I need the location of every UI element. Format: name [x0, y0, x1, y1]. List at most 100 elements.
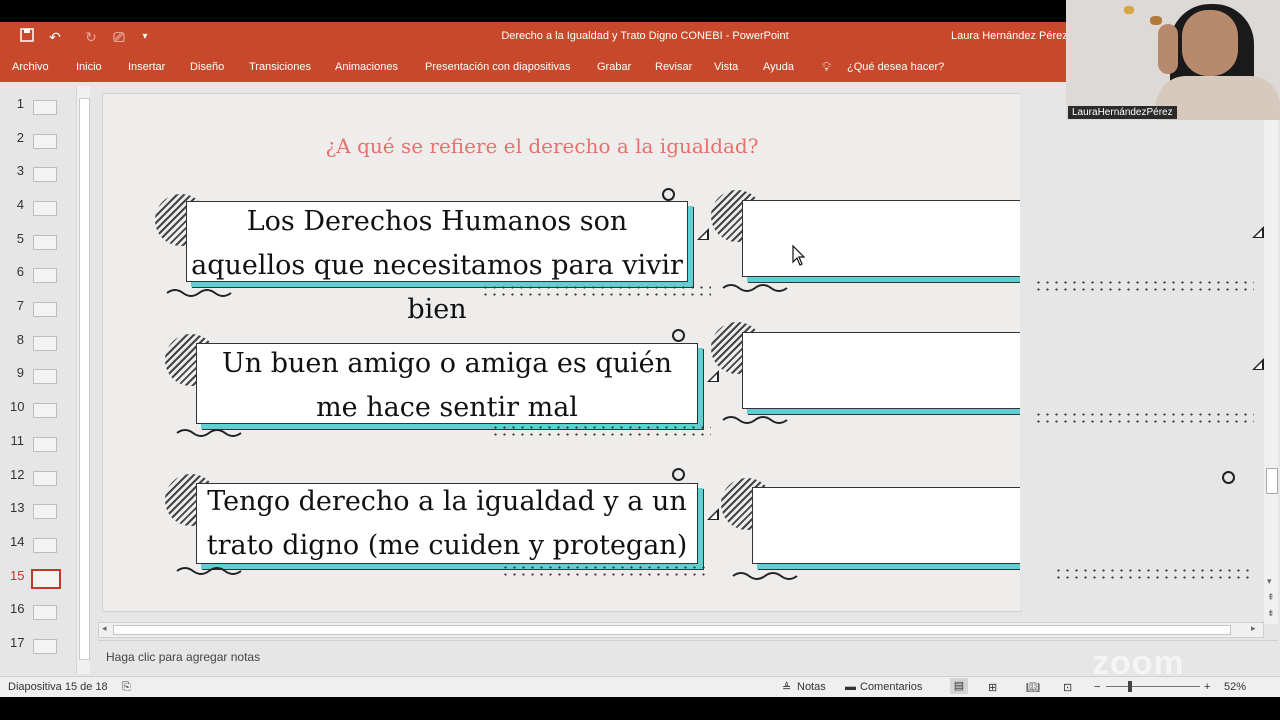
tab-animaciones[interactable]: Animaciones [335, 61, 398, 73]
slide-thumbnail-8[interactable] [33, 336, 57, 351]
scroll-right-icon[interactable]: ▸ [1251, 623, 1256, 634]
scroll-down-icon[interactable]: ▾ [1267, 576, 1272, 587]
tab-ayuda[interactable]: Ayuda [763, 61, 794, 73]
triangle-decoration [707, 508, 719, 520]
participant-name-label: LauraHernándezPérez [1068, 106, 1177, 119]
vertical-scrollbar[interactable]: ▾ ⇞ ⇟ [1264, 84, 1278, 624]
slide-thumbnail-10[interactable] [33, 403, 57, 418]
dots-decoration [481, 284, 711, 298]
tab-revisar[interactable]: Revisar [655, 61, 692, 73]
tab-vista[interactable]: Vista [714, 61, 738, 73]
status-bar: Diapositiva 15 de 18 ⎘ ≜ Notas ▬ Comenta… [0, 676, 1280, 697]
horizontal-scrollbar[interactable]: ◂ ▸ [98, 622, 1264, 638]
slide-title[interactable]: ¿A qué se refiere el derecho a la iguald… [103, 134, 981, 158]
tab-archivo[interactable]: Archivo [12, 61, 49, 73]
dots-decoration [1054, 567, 1254, 581]
slide-thumbnail-12[interactable] [33, 471, 57, 486]
slide-sorter-icon[interactable]: ⊞ [988, 681, 997, 694]
slide-thumbnail-3[interactable] [33, 167, 57, 182]
thumb-number-selected: 15 [10, 568, 25, 583]
slide-thumbnail-9[interactable] [33, 369, 57, 384]
vertical-scroll-thumb[interactable] [1266, 468, 1278, 494]
thumb-number: 9 [16, 365, 24, 380]
ring-decoration [1222, 471, 1235, 484]
triangle-decoration [1252, 226, 1264, 238]
dots-decoration [501, 564, 711, 578]
triangle-decoration [707, 370, 719, 382]
comments-icon[interactable]: ▬ [845, 681, 856, 693]
tab-presentacion[interactable]: Presentación con diapositivas [425, 61, 571, 73]
notes-placeholder[interactable]: Haga clic para agregar notas [106, 650, 260, 664]
butterfly-decoration [1150, 16, 1162, 25]
slide-thumbnail-6[interactable] [33, 268, 57, 283]
move-cursor-icon [792, 244, 806, 266]
slide-thumbnail-13[interactable] [33, 504, 57, 519]
ring-decoration [662, 188, 675, 201]
slide-thumbnail-7[interactable] [33, 302, 57, 317]
statement-card-3[interactable]: Tengo derecho a la igualdad y a un trato… [196, 483, 698, 564]
webcam-video: LauraHernándezPérez [1066, 0, 1280, 120]
statement-card-2[interactable]: Un buen amigo o amiga es quién me hace s… [196, 343, 698, 424]
zoom-level[interactable]: 52% [1224, 681, 1246, 693]
customize-toolbar-icon[interactable]: ▾ [136, 28, 154, 46]
answer-box-1[interactable] [742, 200, 1021, 277]
accessibility-icon[interactable]: ⎘ [122, 681, 131, 694]
zoom-slider[interactable] [1106, 681, 1200, 692]
comments-button[interactable]: Comentarios [860, 681, 922, 693]
tab-insertar[interactable]: Insertar [128, 61, 165, 73]
thumb-number: 4 [16, 197, 24, 212]
thumb-number: 11 [10, 433, 25, 448]
horizontal-scroll-thumb[interactable] [113, 625, 1231, 635]
thumb-number: 1 [16, 96, 24, 111]
statement-text-3[interactable]: Tengo derecho a la igualdad y a un trato… [197, 480, 697, 568]
tab-diseno[interactable]: Diseño [190, 61, 224, 73]
thumb-number: 13 [10, 500, 25, 515]
wave-decoration [722, 284, 788, 292]
reading-view-icon[interactable]: 📖︎ [1026, 681, 1040, 694]
tab-inicio[interactable]: Inicio [76, 61, 102, 73]
person-hand [1158, 24, 1178, 74]
scroll-left-icon[interactable]: ◂ [102, 623, 107, 634]
slide-thumbnail-11[interactable] [33, 437, 57, 452]
notes-icon[interactable]: ≜ [782, 681, 791, 694]
slide-thumbnail-5[interactable] [33, 235, 57, 250]
slide-canvas[interactable]: ¿A qué se refiere el derecho a la iguald… [102, 93, 1022, 612]
save-icon[interactable] [18, 28, 36, 46]
butterfly-decoration [1124, 6, 1134, 14]
slide-thumbnail-14[interactable] [33, 538, 57, 553]
redo-icon[interactable]: ↻ [82, 28, 100, 46]
statement-text-2[interactable]: Un buen amigo o amiga es quién me hace s… [197, 342, 697, 430]
wave-decoration [166, 289, 232, 297]
slide-thumbnail-4[interactable] [33, 201, 57, 216]
next-slide-icon[interactable]: ⇟ [1267, 608, 1275, 619]
thumb-number: 12 [10, 467, 25, 482]
thumb-number: 2 [16, 130, 24, 145]
previous-slide-icon[interactable]: ⇞ [1267, 592, 1275, 603]
thumb-number: 3 [16, 163, 24, 178]
undo-icon[interactable]: ↶ [46, 28, 64, 46]
triangle-decoration [697, 228, 709, 240]
normal-view-icon[interactable]: ▤ [950, 678, 968, 694]
notes-button[interactable]: Notas [797, 681, 826, 693]
present-from-beginning-icon[interactable]: ⎚ [110, 28, 128, 46]
tab-grabar[interactable]: Grabar [597, 61, 631, 73]
slide-thumbnail-16[interactable] [33, 605, 57, 620]
user-name[interactable]: Laura Hernández Pérez [951, 30, 1068, 42]
thumbnail-scrollbar[interactable] [76, 86, 90, 674]
slideshow-icon[interactable]: ⊡ [1063, 681, 1072, 694]
statement-text-1[interactable]: Los Derechos Humanos son aquellos que ne… [187, 200, 687, 332]
tell-me-search[interactable]: ¿Qué desea hacer? [847, 61, 944, 73]
lightbulb-icon: 💡︎ [822, 59, 832, 74]
slide-thumbnail-15[interactable] [31, 569, 61, 589]
slide-thumbnail-1[interactable] [33, 100, 57, 115]
answer-box-3[interactable] [752, 487, 1021, 564]
zoom-in-icon[interactable]: + [1204, 681, 1210, 693]
answer-box-2[interactable] [742, 332, 1021, 409]
tab-transiciones[interactable]: Transiciones [249, 61, 311, 73]
statement-card-1[interactable]: Los Derechos Humanos son aquellos que ne… [186, 201, 688, 325]
ring-decoration [672, 329, 685, 342]
slide-thumbnail-17[interactable] [33, 639, 57, 654]
thumb-number: 14 [10, 534, 25, 549]
slide-thumbnail-2[interactable] [33, 134, 57, 149]
dots-decoration [491, 424, 711, 438]
